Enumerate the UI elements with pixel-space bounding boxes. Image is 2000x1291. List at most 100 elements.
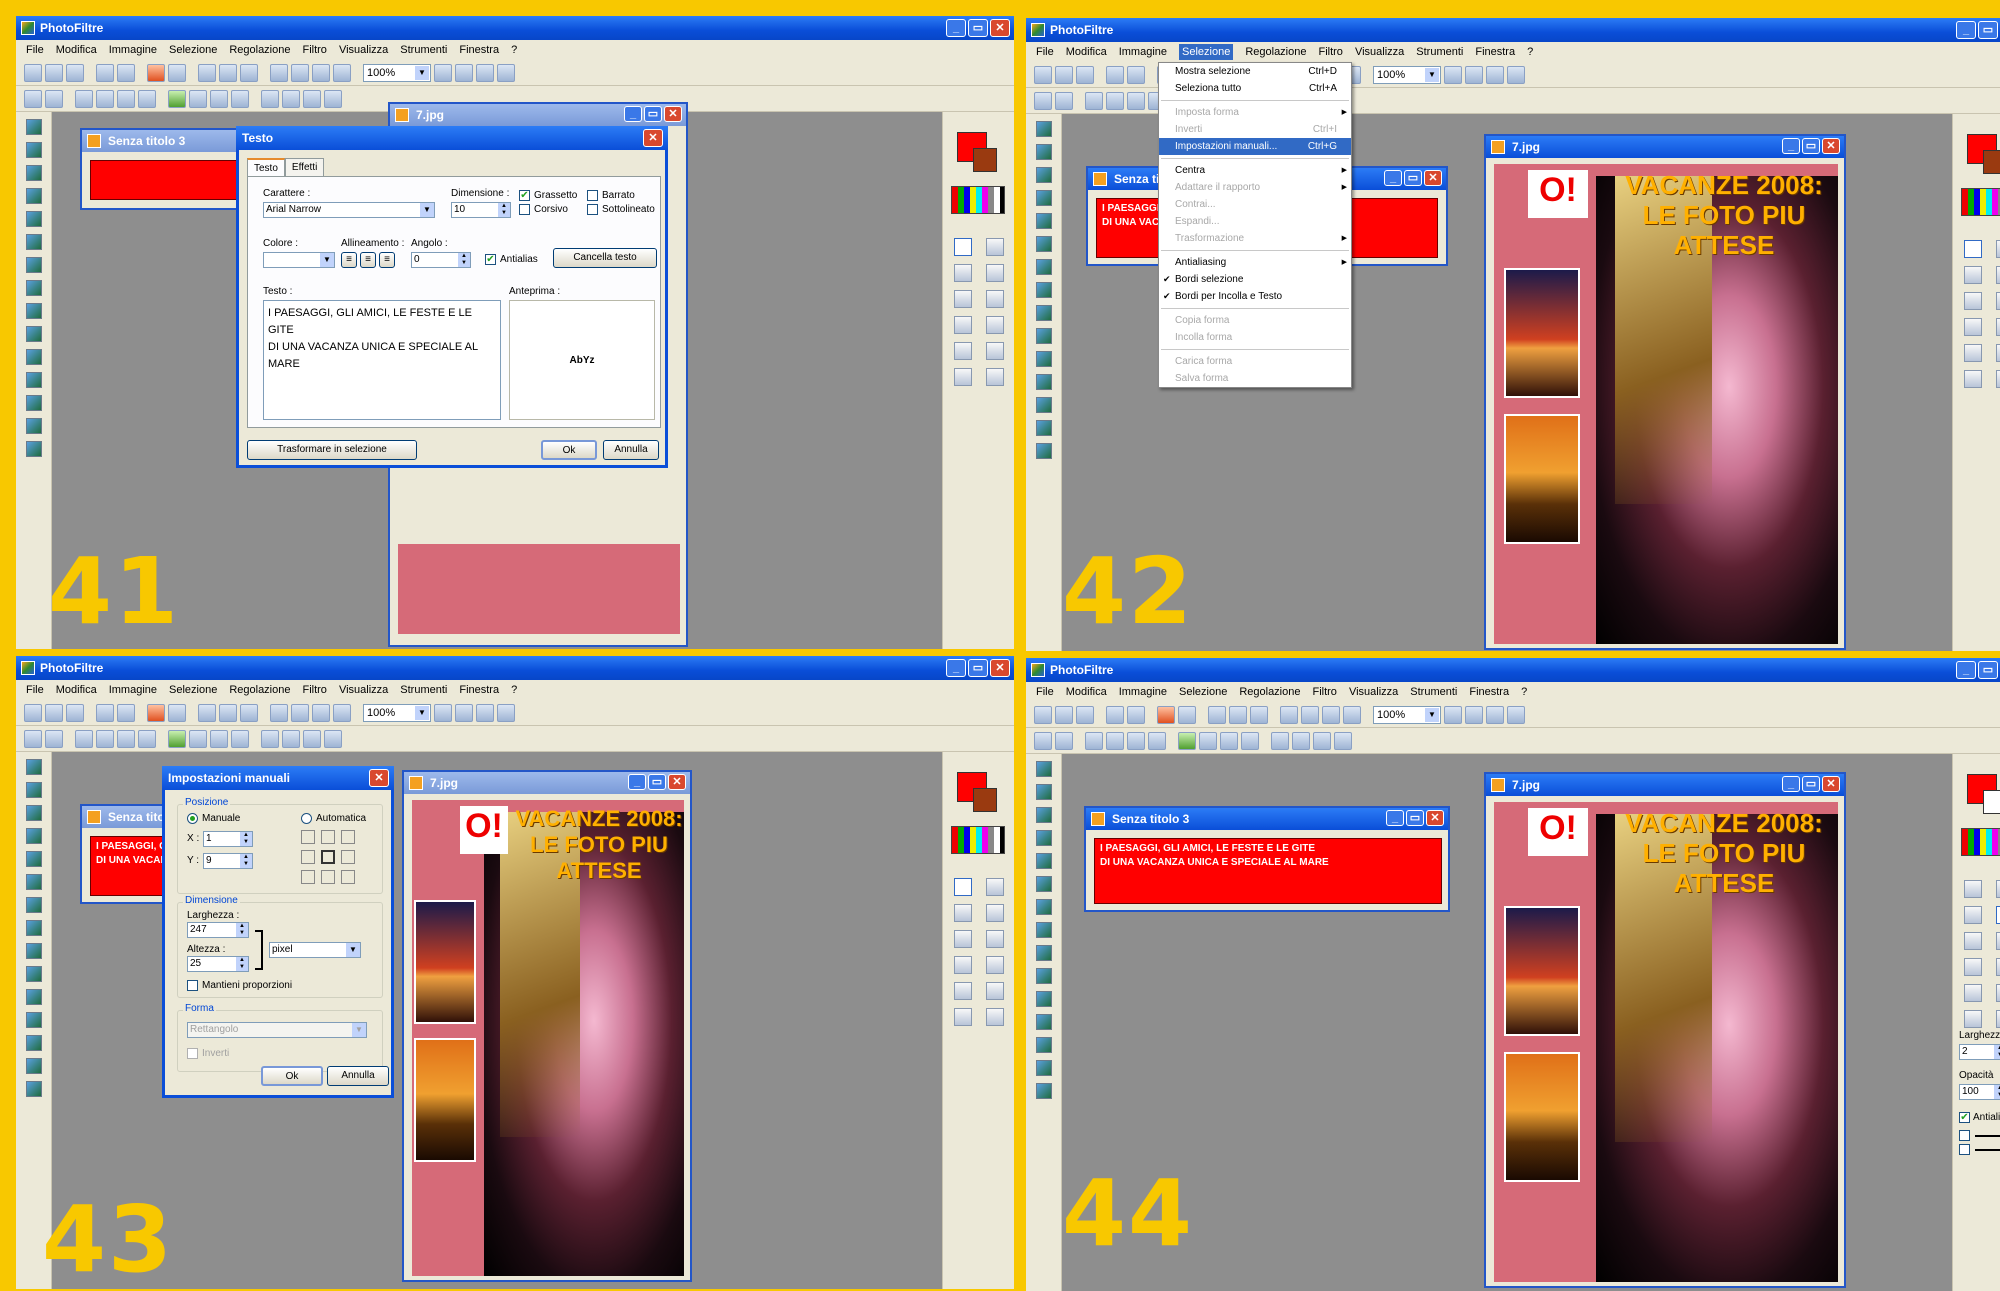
spray-icon[interactable] xyxy=(1996,932,2000,950)
clone-icon[interactable] xyxy=(954,368,972,386)
rotate-cw-icon[interactable] xyxy=(324,89,342,108)
bold-checkbox[interactable]: ✔ xyxy=(519,190,530,201)
menu-filtro[interactable]: Filtro xyxy=(302,44,326,56)
contrast-icon[interactable] xyxy=(1106,91,1124,110)
underline-checkbox[interactable] xyxy=(587,204,598,215)
align-left-icon[interactable]: ≡ xyxy=(341,252,357,268)
strike-checkbox[interactable] xyxy=(587,190,598,201)
menu-strumenti[interactable]: Strumenti xyxy=(400,684,447,696)
clone-icon[interactable] xyxy=(954,1008,972,1026)
magic-wand-icon[interactable] xyxy=(1964,906,1982,924)
module-icon[interactable] xyxy=(25,303,42,319)
module-icon[interactable] xyxy=(25,280,42,296)
module-icon[interactable] xyxy=(25,897,42,913)
module-icon[interactable] xyxy=(1035,397,1052,413)
rotate-cw-icon[interactable] xyxy=(324,729,342,748)
print-icon[interactable] xyxy=(1106,705,1124,724)
maximize-button[interactable]: ▭ xyxy=(968,659,988,677)
menu-modifica[interactable]: Modifica xyxy=(1066,686,1107,698)
module-icon[interactable] xyxy=(25,234,42,250)
zoom-select[interactable]: 100% xyxy=(1373,705,1441,724)
module-icon[interactable] xyxy=(25,119,42,135)
zoom-in-icon[interactable] xyxy=(434,703,452,722)
open-icon[interactable] xyxy=(45,63,63,82)
effects-icon[interactable] xyxy=(1343,705,1361,724)
invert-checkbox[interactable] xyxy=(187,1048,198,1059)
crop-icon[interactable] xyxy=(270,63,288,82)
align-right-icon[interactable]: ≡ xyxy=(379,252,395,268)
clear-text-button[interactable]: Cancella testo xyxy=(553,248,657,268)
hand-icon[interactable] xyxy=(986,1008,1004,1026)
sepia-icon[interactable] xyxy=(189,729,207,748)
module-icon[interactable] xyxy=(1035,282,1052,298)
maximize-button[interactable]: ▭ xyxy=(644,106,662,122)
new-icon[interactable] xyxy=(1034,705,1052,724)
brush-icon[interactable] xyxy=(954,316,972,334)
rotate-cw-icon[interactable] xyxy=(1334,731,1352,750)
tab-testo[interactable]: Testo xyxy=(247,158,285,177)
module-icon[interactable] xyxy=(25,188,42,204)
brightness-icon[interactable] xyxy=(1085,91,1103,110)
open-icon[interactable] xyxy=(1055,705,1073,724)
minimize-button[interactable]: _ xyxy=(946,19,966,37)
module-icon[interactable] xyxy=(1035,922,1052,938)
module-icon[interactable] xyxy=(1035,899,1052,915)
maximize-button[interactable]: ▭ xyxy=(648,774,666,790)
close-button[interactable]: ✕ xyxy=(1822,138,1840,154)
module-icon[interactable] xyxy=(1035,784,1052,800)
pointer-tool-icon[interactable] xyxy=(1964,240,1982,258)
transparency-icon[interactable] xyxy=(1250,705,1268,724)
tab-effetti[interactable]: Effetti xyxy=(284,158,325,177)
pencil-icon[interactable] xyxy=(1996,318,2000,336)
eyedropper-icon[interactable] xyxy=(986,878,1004,896)
zoom-select[interactable]: 100% xyxy=(1373,65,1441,84)
menu-immagine[interactable]: Immagine xyxy=(109,684,157,696)
module-icon[interactable] xyxy=(25,165,42,181)
flip-v-icon[interactable] xyxy=(282,89,300,108)
color-grid[interactable] xyxy=(1961,188,2000,216)
sharpen-icon[interactable] xyxy=(1241,731,1259,750)
smudge-icon[interactable] xyxy=(1996,344,2000,362)
image-window-7jpg[interactable]: 7.jpg _ ▭ ✕ O! VACANZE 2008: LE FOTO PIU ATT… xyxy=(402,770,692,1282)
zoom-out-icon[interactable] xyxy=(1465,65,1483,84)
contrast-icon[interactable] xyxy=(96,89,114,108)
print-icon[interactable] xyxy=(1106,65,1124,84)
magic-wand-icon[interactable] xyxy=(1964,266,1982,284)
menu-regolazione[interactable]: Regolazione xyxy=(229,684,290,696)
close-button[interactable]: ✕ xyxy=(1426,810,1444,826)
hand-icon[interactable] xyxy=(1996,370,2000,388)
module-icon[interactable] xyxy=(1035,968,1052,984)
maximize-button[interactable]: ▭ xyxy=(1404,170,1422,186)
minimize-button[interactable]: _ xyxy=(1956,661,1976,679)
crop-icon[interactable] xyxy=(270,703,288,722)
smudge-icon[interactable] xyxy=(986,982,1004,1000)
module-icon[interactable] xyxy=(25,782,42,798)
blur-tool-icon[interactable] xyxy=(1964,344,1982,362)
module-icon[interactable] xyxy=(1035,853,1052,869)
antialias-checkbox[interactable]: ✔ xyxy=(485,254,496,265)
zoom-out-icon[interactable] xyxy=(455,63,473,82)
flip-v-icon[interactable] xyxy=(282,729,300,748)
rotate-icon[interactable] xyxy=(303,89,321,108)
background-color[interactable] xyxy=(973,788,997,812)
menu-immagine[interactable]: Immagine xyxy=(1119,46,1167,58)
module-icon[interactable] xyxy=(1035,351,1052,367)
module-icon[interactable] xyxy=(25,828,42,844)
line-tool-icon[interactable] xyxy=(986,904,1004,922)
menu-strumenti[interactable]: Strumenti xyxy=(1416,46,1463,58)
module-icon[interactable] xyxy=(25,1058,42,1074)
minimize-button[interactable]: _ xyxy=(946,659,966,677)
colors-icon[interactable] xyxy=(1229,705,1247,724)
pencil-icon[interactable] xyxy=(1996,958,2000,976)
module-icon[interactable] xyxy=(1035,305,1052,321)
module-icon[interactable] xyxy=(1035,236,1052,252)
module-icon[interactable] xyxy=(25,211,42,227)
menu-regolazione[interactable]: Regolazione xyxy=(229,44,290,56)
module-icon[interactable] xyxy=(25,372,42,388)
module-icon[interactable] xyxy=(1035,807,1052,823)
ok-button[interactable]: Ok xyxy=(541,440,597,460)
module-icon[interactable] xyxy=(1035,830,1052,846)
menu-strumenti[interactable]: Strumenti xyxy=(1410,686,1457,698)
transparency-icon[interactable] xyxy=(240,63,258,82)
module-icon[interactable] xyxy=(25,1012,42,1028)
